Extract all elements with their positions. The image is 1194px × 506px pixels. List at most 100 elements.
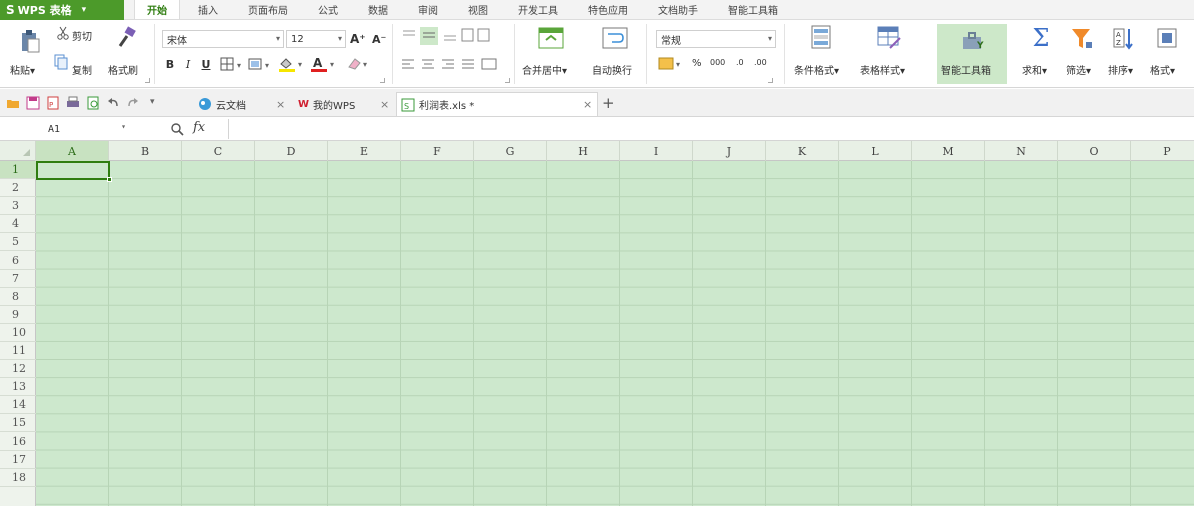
row-header-13[interactable]: 13	[0, 378, 36, 397]
clear-format-icon[interactable]: ▾	[346, 56, 374, 72]
table-style-icon[interactable]	[876, 24, 902, 52]
format-painter-icon[interactable]	[114, 26, 138, 50]
clipboard-dialog-launcher[interactable]	[145, 78, 150, 83]
column-header-d[interactable]: D	[255, 141, 328, 161]
column-header-h[interactable]: H	[547, 141, 620, 161]
shrink-font-button[interactable]: A⁻	[372, 33, 386, 46]
sort-icon[interactable]: AZ	[1112, 26, 1134, 52]
wrap-text-button[interactable]: 自动换行	[592, 62, 632, 77]
merge-center-button[interactable]: 合并居中▾	[522, 62, 567, 77]
column-header-k[interactable]: K	[766, 141, 839, 161]
row-header-3[interactable]: 3	[0, 197, 36, 216]
currency-icon[interactable]: ▾	[658, 56, 684, 72]
close-icon[interactable]: ×	[380, 98, 389, 111]
row-header-6[interactable]: 6	[0, 252, 36, 270]
column-header-l[interactable]: L	[839, 141, 912, 161]
save-icon[interactable]	[26, 96, 40, 110]
tab-8[interactable]: 特色应用	[576, 0, 640, 19]
copy-icon[interactable]	[54, 54, 68, 70]
row-header-4[interactable]: 4	[0, 215, 36, 234]
copy-button[interactable]: 复制	[72, 62, 92, 77]
row-header-5[interactable]: 5	[0, 233, 36, 252]
export-pdf-icon[interactable]: P	[46, 96, 60, 110]
border-icon[interactable]: ▾	[220, 57, 248, 71]
alignment-dialog-launcher[interactable]	[505, 78, 510, 83]
row-header-10[interactable]: 10	[0, 324, 36, 342]
filter-button[interactable]: 筛选▾	[1066, 62, 1091, 77]
undo-icon[interactable]	[106, 96, 120, 110]
column-header-b[interactable]: B	[109, 141, 182, 161]
font-size-select[interactable]: 12 ▾	[286, 30, 346, 48]
redo-icon[interactable]	[126, 96, 140, 110]
font-dialog-launcher[interactable]	[380, 78, 385, 83]
row-header-15[interactable]: 15	[0, 414, 36, 433]
row-header-8[interactable]: 8	[0, 288, 36, 306]
column-header-f[interactable]: F	[401, 141, 474, 161]
conditional-format-icon[interactable]	[810, 24, 834, 52]
print-icon[interactable]	[66, 96, 80, 110]
tab-1[interactable]: 插入	[186, 0, 230, 19]
cell-area[interactable]	[36, 161, 1194, 506]
number-dialog-launcher[interactable]	[768, 78, 773, 83]
tab-3[interactable]: 公式	[306, 0, 350, 19]
close-icon[interactable]: ×	[583, 98, 592, 111]
conditional-format-button[interactable]: 条件格式▾	[794, 62, 839, 77]
doc-tab-profit-sheet[interactable]: S 利润表.xls * ×	[396, 92, 598, 116]
cell-style-icon[interactable]: ▾	[248, 57, 276, 71]
column-header-a[interactable]: A	[36, 141, 109, 161]
format-cells-icon[interactable]	[1156, 26, 1178, 52]
new-tab-button[interactable]: +	[602, 94, 615, 112]
column-header-p[interactable]: P	[1131, 141, 1194, 161]
scissors-icon[interactable]	[56, 26, 70, 40]
row-header-12[interactable]: 12	[0, 360, 36, 379]
doc-tab-my-wps[interactable]: W 我的WPS ×	[294, 92, 394, 116]
bold-button[interactable]: B	[162, 56, 178, 72]
underline-button[interactable]: U	[198, 56, 214, 72]
function-fx-icon[interactable]: fx	[193, 120, 205, 135]
increase-decimal-button[interactable]: .0	[736, 58, 744, 67]
tab-0[interactable]: 开始	[134, 0, 180, 19]
thousands-button[interactable]: 000	[710, 58, 725, 67]
row-header-9[interactable]: 9	[0, 306, 36, 324]
format-painter-button[interactable]: 格式刷	[108, 62, 138, 77]
cut-button[interactable]: 剪切	[72, 28, 92, 43]
tab-4[interactable]: 数据	[356, 0, 400, 19]
font-name-select[interactable]: 宋体 ▾	[162, 30, 284, 48]
tab-5[interactable]: 审阅	[406, 0, 450, 19]
sum-button[interactable]: 求和▾	[1022, 62, 1047, 77]
column-header-g[interactable]: G	[474, 141, 547, 161]
table-style-button[interactable]: 表格样式▾	[860, 62, 905, 77]
column-header-j[interactable]: J	[693, 141, 766, 161]
paste-button[interactable]: 粘贴▾	[10, 62, 35, 77]
italic-button[interactable]: I	[180, 56, 196, 72]
row-header-16[interactable]: 16	[0, 433, 36, 451]
vertical-align-icons[interactable]	[400, 26, 492, 46]
column-header-e[interactable]: E	[328, 141, 401, 161]
tab-6[interactable]: 视图	[456, 0, 500, 19]
merge-center-icon[interactable]	[538, 26, 564, 50]
percent-button[interactable]: %	[692, 58, 702, 69]
grow-font-button[interactable]: A⁺	[350, 32, 366, 46]
close-icon[interactable]: ×	[276, 98, 285, 111]
row-header-17[interactable]: 17	[0, 451, 36, 469]
column-header-m[interactable]: M	[912, 141, 985, 161]
open-folder-icon[interactable]	[6, 96, 20, 110]
zoom-magnifier-icon[interactable]	[170, 122, 184, 136]
tab-7[interactable]: 开发工具	[506, 0, 570, 19]
row-header-18[interactable]: 18	[0, 469, 36, 487]
row-header-14[interactable]: 14	[0, 396, 36, 415]
column-header-c[interactable]: C	[182, 141, 255, 161]
format-button[interactable]: 格式▾	[1150, 62, 1175, 77]
sum-icon[interactable]: Σ	[1030, 24, 1052, 52]
active-cell-a1[interactable]	[36, 161, 112, 182]
font-color-icon[interactable]: A ▾	[310, 56, 340, 72]
horizontal-align-icons[interactable]	[400, 56, 504, 72]
row-header-7[interactable]: 7	[0, 270, 36, 288]
tab-10[interactable]: 智能工具箱	[716, 0, 790, 19]
number-format-select[interactable]: 常规 ▾	[656, 30, 776, 48]
row-header-1[interactable]: 1	[0, 161, 36, 180]
tab-9[interactable]: 文档助手	[646, 0, 710, 19]
formula-input[interactable]	[228, 119, 1194, 139]
decrease-decimal-button[interactable]: .00	[754, 58, 767, 67]
row-header-11[interactable]: 11	[0, 342, 36, 361]
